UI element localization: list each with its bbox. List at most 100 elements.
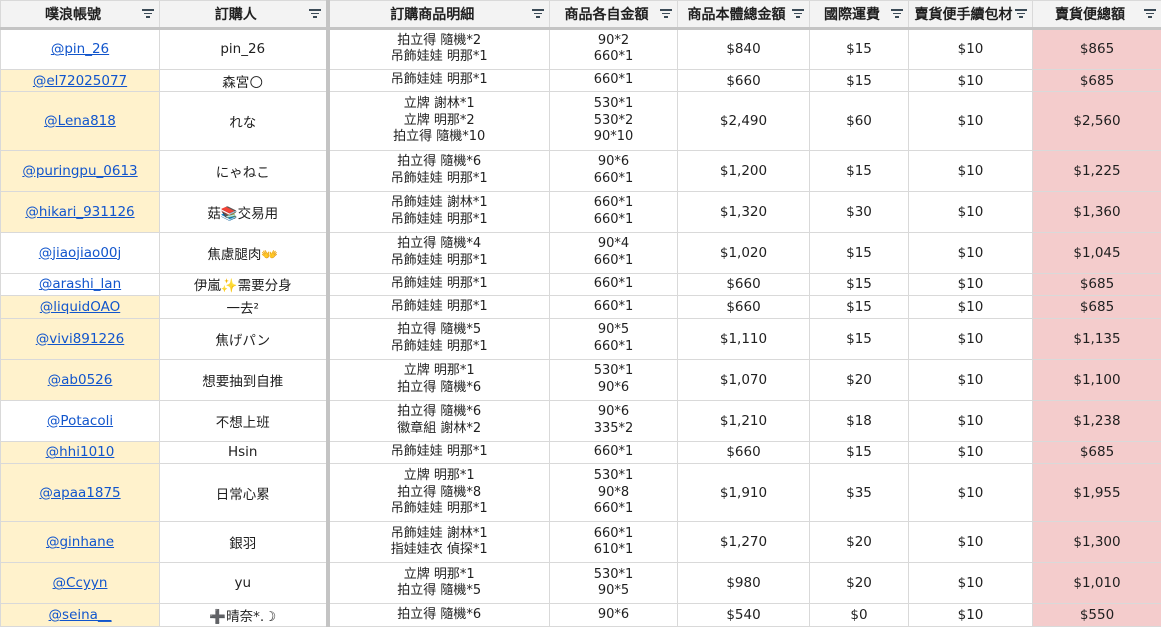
fee-cell[interactable]: $10 [908,272,1033,297]
buyer-cell[interactable]: 森宮🌕 [159,68,330,93]
account-cell[interactable]: @Ccyyn [0,562,160,605]
total-cell[interactable]: $685 [1032,295,1161,319]
filter-icon[interactable] [1144,9,1156,18]
filter-icon[interactable] [308,9,321,18]
items-cell[interactable]: 拍立得 隨機*4 吊飾娃娃 明那*1 [327,231,550,274]
column-header-unit-prices[interactable]: 商品各自金額 [549,0,678,30]
subtotal-cell[interactable]: $1,020 [677,231,810,274]
items-cell[interactable]: 立牌 明那*1 拍立得 隨機*8 吊飾娃娃 明那*1 [327,463,550,523]
fee-cell[interactable]: $10 [908,295,1033,319]
subtotal-cell[interactable]: $840 [677,28,810,70]
buyer-cell[interactable]: 焦慮腿肉👐 [159,231,330,274]
filter-icon[interactable] [1015,9,1027,18]
buyer-cell[interactable]: にゃねこ [159,149,330,192]
items-cell[interactable]: 吊飾娃娃 明那*1 [327,440,550,465]
fee-cell[interactable]: $10 [908,28,1033,70]
total-cell[interactable]: $685 [1032,272,1161,297]
column-header-items[interactable]: 訂購商品明細 [327,0,550,30]
column-header-buyer[interactable]: 訂購人 [159,0,330,30]
unit-prices-cell[interactable]: 660*1 [549,295,678,319]
account-cell[interactable]: @hikari_931126 [0,190,160,233]
unit-prices-cell[interactable]: 530*1 90*5 [549,562,678,605]
unit-prices-cell[interactable]: 660*1 660*1 [549,190,678,233]
buyer-cell[interactable]: れな [159,91,330,151]
items-cell[interactable]: 吊飾娃娃 謝林*1 吊飾娃娃 明那*1 [327,190,550,233]
fee-cell[interactable]: $10 [908,68,1033,93]
account-cell[interactable]: @Lena818 [0,91,160,151]
unit-prices-cell[interactable]: 90*6 [549,603,678,627]
filter-icon[interactable] [142,9,154,18]
fee-cell[interactable]: $10 [908,91,1033,151]
total-cell[interactable]: $685 [1032,440,1161,465]
items-cell[interactable]: 拍立得 隨機*6 徽章組 謝林*2 [327,399,550,442]
account-cell[interactable]: @hhi1010 [0,440,160,465]
account-link[interactable]: @Ccyyn [53,575,108,591]
items-cell[interactable]: 吊飾娃娃 明那*1 [327,272,550,297]
buyer-cell[interactable]: 焦げパン [159,317,330,360]
fee-cell[interactable]: $10 [908,190,1033,233]
items-cell[interactable]: 吊飾娃娃 明那*1 [327,68,550,93]
total-cell[interactable]: $1,010 [1032,562,1161,605]
unit-prices-cell[interactable]: 90*2 660*1 [549,28,678,70]
account-link[interactable]: @ab0526 [48,372,113,388]
total-cell[interactable]: $685 [1032,68,1161,93]
fee-cell[interactable]: $10 [908,562,1033,605]
account-link[interactable]: @hikari_931126 [25,204,134,220]
column-header-shipping[interactable]: 國際運費 [809,0,909,30]
account-cell[interactable]: @ab0526 [0,358,160,401]
fee-cell[interactable]: $10 [908,440,1033,465]
buyer-cell[interactable]: pin_26 [159,28,330,70]
account-link[interactable]: @pin_26 [51,41,109,57]
buyer-cell[interactable]: 銀羽 [159,521,330,564]
account-link[interactable]: @liquidOAO [40,299,120,315]
items-cell[interactable]: 吊飾娃娃 明那*1 [327,295,550,319]
total-cell[interactable]: $1,045 [1032,231,1161,274]
shipping-cell[interactable]: $60 [809,91,909,151]
total-cell[interactable]: $1,135 [1032,317,1161,360]
subtotal-cell[interactable]: $1,910 [677,463,810,523]
column-header-subtotal[interactable]: 商品本體總金額 [677,0,810,30]
buyer-cell[interactable]: ➕晴奈*.☽ [159,603,330,627]
account-cell[interactable]: @pin_26 [0,28,160,70]
buyer-cell[interactable]: yu [159,562,330,605]
total-cell[interactable]: $1,100 [1032,358,1161,401]
account-link[interactable]: @jiaojiao00j [39,245,122,261]
account-link[interactable]: @vivi891226 [36,331,125,347]
buyer-cell[interactable]: 菇📚交易用 [159,190,330,233]
subtotal-cell[interactable]: $1,200 [677,149,810,192]
account-link[interactable]: @el72025077 [33,73,127,89]
account-cell[interactable]: @liquidOAO [0,295,160,319]
unit-prices-cell[interactable]: 530*1 90*6 [549,358,678,401]
total-cell[interactable]: $1,955 [1032,463,1161,523]
items-cell[interactable]: 拍立得 隨機*6 吊飾娃娃 明那*1 [327,149,550,192]
items-cell[interactable]: 立牌 謝林*1 立牌 明那*2 拍立得 隨機*10 [327,91,550,151]
items-cell[interactable]: 吊飾娃娃 謝林*1 指娃娃衣 偵探*1 [327,521,550,564]
buyer-cell[interactable]: 伊嵐✨需要分身 [159,272,330,297]
account-link[interactable]: @Potacoli [47,413,113,429]
unit-prices-cell[interactable]: 530*1 90*8 660*1 [549,463,678,523]
shipping-cell[interactable]: $20 [809,358,909,401]
subtotal-cell[interactable]: $660 [677,272,810,297]
unit-prices-cell[interactable]: 660*1 610*1 [549,521,678,564]
account-cell[interactable]: @apaa1875 [0,463,160,523]
account-cell[interactable]: @seina__ [0,603,160,627]
shipping-cell[interactable]: $15 [809,68,909,93]
column-header-fee[interactable]: 賣貨便手續包材 [908,0,1033,30]
shipping-cell[interactable]: $20 [809,562,909,605]
unit-prices-cell[interactable]: 90*6 335*2 [549,399,678,442]
subtotal-cell[interactable]: $2,490 [677,91,810,151]
shipping-cell[interactable]: $18 [809,399,909,442]
unit-prices-cell[interactable]: 90*5 660*1 [549,317,678,360]
shipping-cell[interactable]: $20 [809,521,909,564]
account-cell[interactable]: @el72025077 [0,68,160,93]
account-link[interactable]: @puringpu_0613 [22,163,137,179]
shipping-cell[interactable]: $15 [809,440,909,465]
shipping-cell[interactable]: $15 [809,231,909,274]
total-cell[interactable]: $1,238 [1032,399,1161,442]
account-link[interactable]: @ginhane [46,534,114,550]
fee-cell[interactable]: $10 [908,231,1033,274]
total-cell[interactable]: $2,560 [1032,91,1161,151]
total-cell[interactable]: $865 [1032,28,1161,70]
account-cell[interactable]: @jiaojiao00j [0,231,160,274]
unit-prices-cell[interactable]: 660*1 [549,440,678,465]
